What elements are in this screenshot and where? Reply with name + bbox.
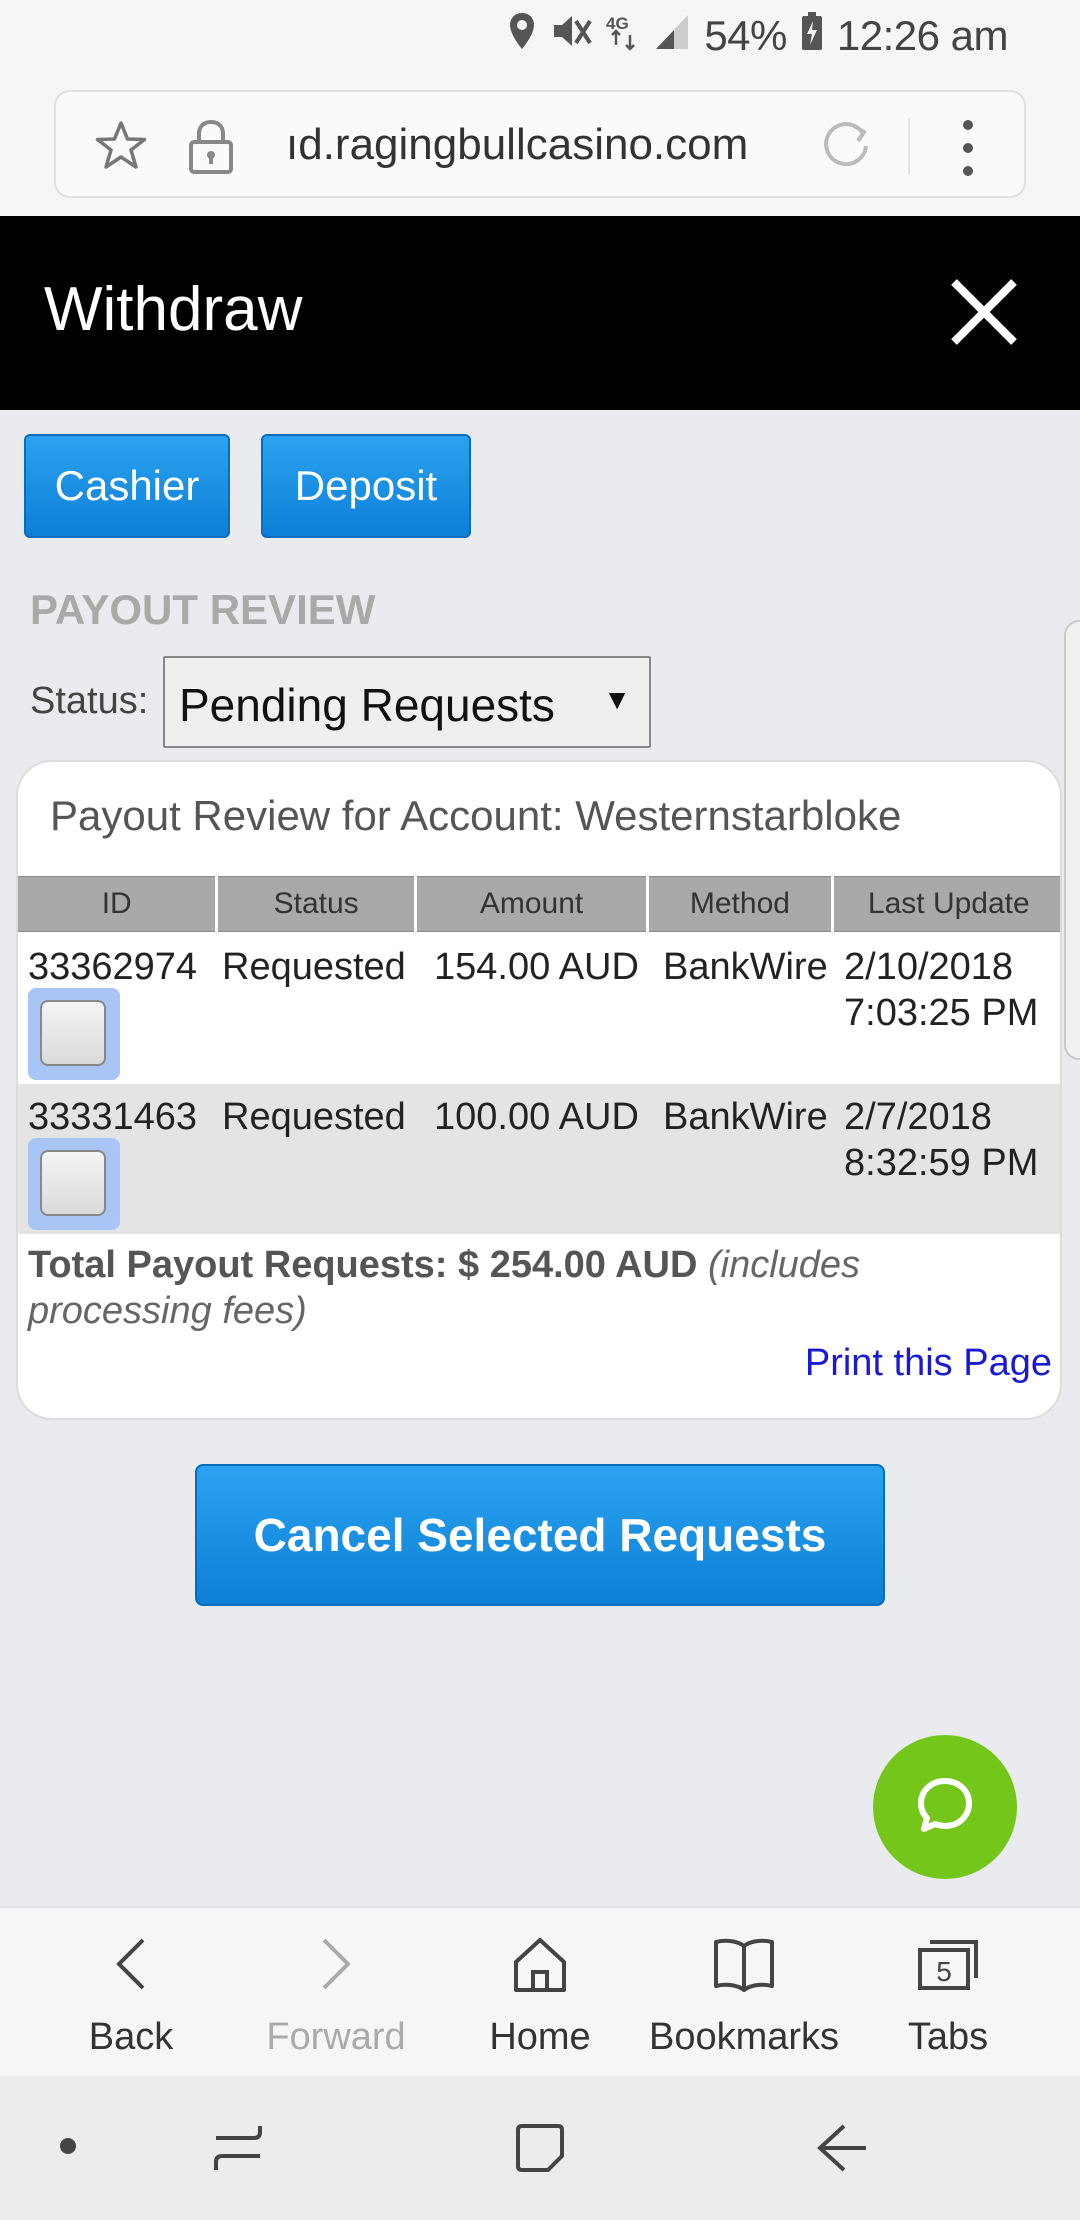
print-page-link[interactable]: Print this Page (805, 1342, 1052, 1385)
back-button[interactable]: Back (31, 1934, 231, 2059)
column-header-method: Method (649, 876, 831, 932)
column-header-id: ID (18, 876, 216, 932)
checkbox-box[interactable] (40, 1150, 106, 1216)
deposit-button[interactable]: Deposit (261, 434, 471, 538)
nav-dot-icon[interactable] (60, 2138, 76, 2154)
row-amount: 100.00 AUD (434, 1096, 639, 1138)
home-label: Home (489, 2016, 591, 2058)
dropdown-arrow-icon: ▼ (603, 684, 631, 715)
battery-percent: 54% (704, 12, 787, 59)
bookmarks-label: Bookmarks (648, 2016, 840, 2058)
url-box[interactable]: ıd.ragingbullcasino.com (54, 90, 1026, 198)
mute-icon (550, 11, 592, 61)
row-time: 8:32:59 PM (844, 1142, 1039, 1184)
chat-button[interactable] (873, 1735, 1017, 1879)
column-header-amount: Amount (416, 876, 647, 932)
row-date: 2/10/2018 (844, 946, 1014, 988)
chevron-right-icon (316, 1934, 356, 1999)
status-select-value: Pending Requests (179, 679, 555, 731)
cashier-button[interactable]: Cashier (24, 434, 230, 538)
home-square-icon[interactable] (512, 2120, 568, 2181)
checkbox-box[interactable] (40, 1000, 106, 1066)
row-method: BankWire (663, 1096, 828, 1138)
row-select-checkbox[interactable] (28, 1138, 120, 1230)
forward-button[interactable]: Forward (236, 1934, 436, 2059)
row-select-checkbox[interactable] (28, 988, 120, 1080)
tabs-label: Tabs (907, 2016, 989, 2058)
payout-review-card: Payout Review for Account: Westernstarbl… (16, 760, 1062, 1420)
more-options-icon[interactable] (956, 120, 980, 176)
forward-label: Forward (266, 2016, 406, 2058)
row-status: Requested (222, 1096, 406, 1138)
battery-charging-icon (801, 11, 823, 61)
row-last-update: 2/10/2018 7:03:25 PM (844, 944, 1038, 1036)
total-payout: Total Payout Requests: $ 254.00 AUD (inc… (28, 1242, 1048, 1334)
home-button[interactable]: Home (440, 1934, 640, 2059)
withdraw-header: Withdraw (0, 216, 1080, 410)
bookmarks-button[interactable]: Bookmarks (644, 1934, 844, 2059)
table-row: 33362974 Requested 154.00 AUD BankWire 2… (18, 934, 1060, 1084)
total-label: Total Payout Requests: $ 254.00 AUD (28, 1244, 698, 1286)
table-header: ID Status Amount Method Last Update (18, 876, 1060, 932)
column-header-status: Status (218, 876, 414, 932)
column-header-last-update: Last Update (833, 876, 1060, 932)
url-text[interactable]: ıd.ragingbullcasino.com (286, 120, 846, 170)
lock-icon (186, 118, 236, 179)
bookmarks-icon (712, 1936, 776, 1997)
home-icon (510, 1934, 570, 1999)
cancel-selected-requests-button[interactable]: Cancel Selected Requests (195, 1464, 885, 1606)
location-icon (508, 11, 536, 61)
page-title: Withdraw (44, 275, 303, 344)
clock: 12:26 am (836, 12, 1009, 59)
close-icon[interactable] (948, 276, 1020, 348)
row-id: 33362974 (28, 946, 198, 988)
browser-address-bar: ıd.ragingbullcasino.com (0, 72, 1080, 216)
payout-review-heading: PAYOUT REVIEW (30, 586, 376, 633)
scroll-handle[interactable] (1064, 620, 1080, 1060)
signal-icon (654, 11, 690, 61)
back-arrow-icon[interactable] (814, 2120, 870, 2181)
row-id: 33331463 (28, 1096, 198, 1138)
svg-text:5: 5 (936, 1956, 952, 1987)
row-last-update: 2/7/2018 8:32:59 PM (844, 1094, 1038, 1186)
network-4g-icon: 4G (606, 11, 640, 61)
status-label: Status: (30, 680, 149, 722)
row-time: 7:03:25 PM (844, 992, 1039, 1034)
browser-toolbar: Back Forward Home Bookmarks 5 Tabs (0, 1906, 1080, 2076)
chevron-left-icon (111, 1934, 151, 1999)
status-select[interactable]: Pending Requests ▼ (163, 656, 651, 748)
row-amount: 154.00 AUD (434, 946, 639, 988)
reload-icon[interactable] (818, 118, 874, 179)
system-navigation-bar (0, 2076, 1080, 2220)
tabs-icon: 5 (916, 1936, 980, 1997)
row-status: Requested (222, 946, 406, 988)
status-bar: 4G 54% 12:26 am (0, 0, 1080, 72)
recent-apps-icon[interactable] (210, 2120, 266, 2181)
url-divider (908, 118, 910, 174)
row-method: BankWire (663, 946, 828, 988)
tabs-button[interactable]: 5 Tabs (848, 1934, 1048, 2059)
table-row: 33331463 Requested 100.00 AUD BankWire 2… (18, 1084, 1060, 1234)
star-icon[interactable] (94, 120, 148, 177)
chat-bubble-icon (913, 1773, 977, 1842)
row-date: 2/7/2018 (844, 1096, 992, 1138)
svg-text:4G: 4G (606, 14, 629, 33)
back-label: Back (88, 2016, 174, 2058)
card-title: Payout Review for Account: Westernstarbl… (50, 792, 902, 839)
